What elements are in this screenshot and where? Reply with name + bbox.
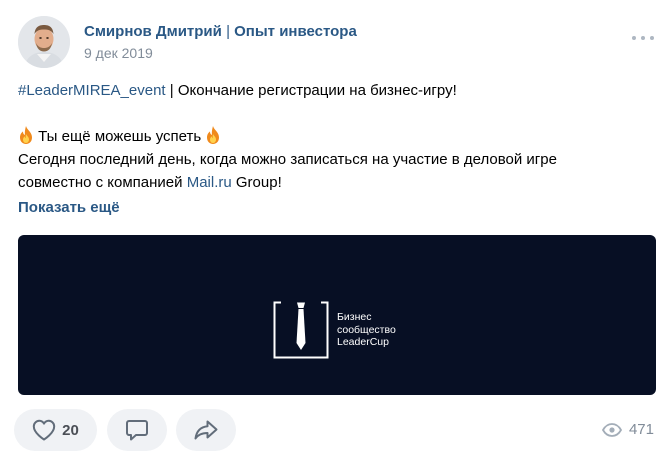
author-name[interactable]: Смирнов Дмитрий <box>84 23 222 40</box>
post-header: Смирнов Дмитрий | Опыт инвестора 9 дек 2… <box>18 16 658 68</box>
post-text: #LeaderMIREA_event | Окончание регистрац… <box>18 79 648 194</box>
mailru-link[interactable]: Mail.ru <box>187 174 232 191</box>
show-more-link[interactable]: Показать ещё <box>18 199 120 216</box>
headline-text: | Окончание регистрации на бизнес-игру! <box>165 82 457 99</box>
banner-logo-text: Бизнес сообщество LeaderCup <box>337 311 396 349</box>
leadercup-logo-icon <box>273 301 329 359</box>
fire-emoji-icon <box>20 126 32 144</box>
body-line-2: совместно с компанией Mail.ru Group! <box>18 171 648 194</box>
body-line-1: Сегодня последний день, когда можно запи… <box>18 151 557 168</box>
author-link[interactable]: Смирнов Дмитрий | Опыт инвестора <box>84 23 357 40</box>
post-image-banner[interactable]: Бизнес сообщество LeaderCup <box>18 235 656 395</box>
post-actions: 20 471 <box>0 409 668 451</box>
views-counter: 471 <box>601 421 654 438</box>
heart-icon <box>32 419 56 441</box>
body-line-2-prefix: совместно с компанией <box>18 174 187 191</box>
hint-text: Ты ещё можешь успеть <box>34 128 206 145</box>
more-dots-icon[interactable] <box>632 34 654 42</box>
empty-line <box>18 102 648 125</box>
share-button[interactable] <box>176 409 236 451</box>
author-separator: | <box>226 23 230 40</box>
avatar[interactable] <box>18 16 70 68</box>
eye-icon <box>601 422 622 437</box>
author-group[interactable]: Опыт инвестора <box>234 23 357 40</box>
banner-logo-line-3: LeaderCup <box>337 336 389 348</box>
like-count: 20 <box>62 421 79 439</box>
hashtag-link[interactable]: #LeaderMIREA_event <box>18 82 166 99</box>
hint-line: Ты ещё можешь успеть <box>18 125 648 148</box>
comment-button[interactable] <box>107 409 167 451</box>
post-date[interactable]: 9 дек 2019 <box>84 45 153 61</box>
banner-logo-line-1: Бизнес <box>337 311 372 323</box>
body-line-2-suffix: Group! <box>231 174 282 191</box>
share-icon <box>194 420 218 440</box>
views-count: 471 <box>628 421 654 438</box>
like-button[interactable]: 20 <box>14 409 97 451</box>
banner-logo-line-2: сообщество <box>337 323 396 336</box>
comment-icon <box>126 420 148 441</box>
fire-emoji-icon <box>207 126 220 144</box>
headline-line: #LeaderMIREA_event | Окончание регистрац… <box>18 79 648 102</box>
